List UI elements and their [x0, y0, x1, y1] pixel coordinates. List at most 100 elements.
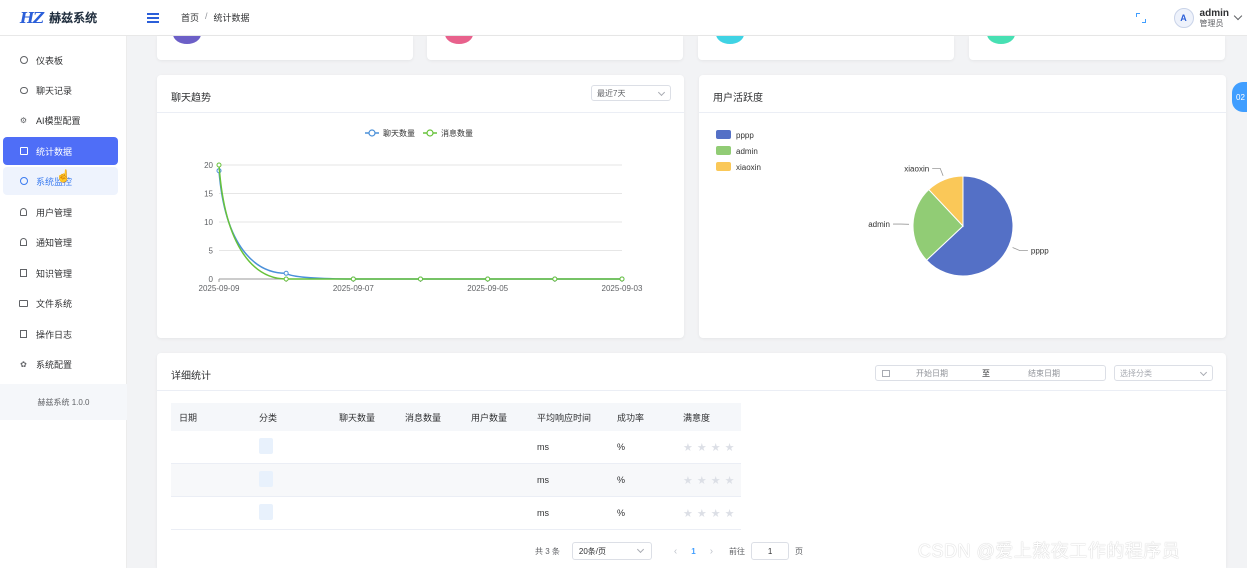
sidebar-item-dashboard[interactable]: 仪表板 [3, 46, 118, 74]
data-point [350, 276, 356, 282]
column-header[interactable]: 聊天数量 [331, 411, 397, 424]
folder-icon [19, 299, 28, 308]
user-menu[interactable]: admin 管理员 [1200, 8, 1229, 29]
chevron-down-icon[interactable] [1233, 11, 1243, 21]
menu-toggle-icon[interactable] [147, 12, 159, 23]
goto-page-input[interactable]: 1 [751, 542, 790, 560]
start-date-input[interactable]: 开始日期 [916, 368, 948, 379]
date-range-picker[interactable]: 开始日期 至 结束日期 [875, 365, 1106, 381]
column-header[interactable]: 满意度 [675, 411, 741, 424]
range-select[interactable]: 最近7天 [591, 85, 671, 101]
sidebar-item-file-system[interactable]: 文件系统 [3, 289, 118, 317]
cell-success-rate: % [617, 442, 626, 452]
mouse-cursor-icon: ☝ [56, 169, 71, 183]
star-icon: ★ [724, 474, 735, 487]
avatar[interactable]: A [1173, 8, 1194, 28]
chat-icon [19, 86, 28, 95]
sidebar-item-notifications[interactable]: 通知管理 [3, 228, 118, 256]
sidebar-item-label: AI模型配置 [36, 115, 81, 126]
x-tick-label: 2025-09-05 [467, 284, 508, 293]
logo-mark: HZ [20, 8, 44, 27]
legend-label: admin [736, 147, 758, 156]
star-icon: ★ [710, 474, 721, 487]
goto-label: 前往 [729, 546, 746, 556]
bell-icon [19, 238, 28, 247]
settings-icon: ⚙ [19, 115, 28, 125]
table-row[interactable]: ms % ★ ★ ★ ★ [171, 431, 741, 464]
cell-response-time: ms [537, 508, 549, 518]
goto-page-value: 1 [767, 546, 773, 556]
y-tick-label: 20 [204, 161, 213, 170]
legend-label: 聊天数量 [383, 128, 415, 138]
column-header[interactable]: 成功率 [609, 411, 675, 424]
table-row[interactable]: ms % ★ ★ ★ ★ [171, 497, 741, 530]
breadcrumb: 首页 / 统计数据 [181, 11, 250, 24]
column-header[interactable]: 用户数量 [463, 411, 529, 424]
legend-label: pppp [736, 131, 754, 140]
x-tick-label: 2025-09-07 [333, 284, 374, 293]
pagination-total: 共 3 条 [535, 546, 560, 556]
pie-label: pppp [1031, 247, 1049, 256]
legend-label: 消息数量 [441, 128, 473, 138]
page-unit-label: 页 [795, 546, 804, 556]
top-header: HZ 赫兹系统 首页 / 统计数据 A admin 管理员 [0, 0, 1247, 36]
pie-label-line [932, 167, 944, 176]
cell-success-rate: % [617, 475, 626, 485]
stats-icon [19, 147, 28, 156]
y-tick-label: 10 [204, 218, 213, 227]
logo[interactable]: HZ 赫兹系统 [0, 0, 127, 36]
breadcrumb-separator: / [205, 11, 208, 21]
next-page-icon[interactable]: › [710, 546, 713, 557]
table-row[interactable]: ms % ★ ★ ★ ★ [171, 464, 741, 497]
floating-badge[interactable]: 02 [1232, 82, 1247, 112]
sidebar-item-label: 通知管理 [36, 237, 73, 248]
breadcrumb-home[interactable]: 首页 [181, 11, 199, 24]
data-point [619, 276, 625, 282]
legend-label: xiaoxin [736, 163, 761, 172]
sidebar-item-statistics[interactable]: 统计数据 [3, 137, 118, 165]
stat-card-icon [987, 36, 1015, 44]
category-select[interactable]: 选择分类 [1114, 365, 1213, 381]
sidebar-item-label: 系统配置 [36, 359, 73, 370]
legend-swatch [716, 146, 731, 155]
column-header[interactable]: 分类 [251, 411, 331, 424]
star-icon: ★ [724, 507, 735, 520]
knowledge-icon [19, 269, 28, 278]
sidebar-item-user-management[interactable]: 用户管理 [3, 198, 118, 226]
legend-swatch [716, 162, 731, 171]
data-point [283, 276, 289, 282]
page-size-value: 20条/页 [578, 546, 607, 556]
cell-response-time: ms [537, 475, 549, 485]
category-tag [259, 471, 273, 487]
stat-card-icon [716, 36, 744, 44]
series-line [218, 170, 622, 280]
chat-trend-title: 聊天趋势 [171, 93, 211, 104]
end-date-input[interactable]: 结束日期 [1028, 368, 1060, 379]
detail-title: 详细统计 [171, 371, 211, 382]
page-number-current[interactable]: 1 [691, 547, 695, 556]
prev-page-icon[interactable]: ‹ [674, 546, 677, 557]
data-point [552, 276, 558, 282]
detail-panel: 详细统计 开始日期 至 结束日期 选择分类 日期 分类 聊天数量 消息数量 用户… [157, 353, 1226, 568]
sidebar-item-ai-model-config[interactable]: ⚙ AI模型配置 [3, 106, 118, 134]
chevron-down-icon [1199, 368, 1208, 377]
fullscreen-icon[interactable] [1135, 13, 1146, 23]
sidebar-item-operation-log[interactable]: 操作日志 [3, 320, 118, 348]
user-icon [19, 208, 28, 217]
column-header[interactable]: 平均响应时间 [529, 411, 609, 424]
user-activity-title: 用户活跃度 [713, 93, 763, 104]
column-header[interactable]: 消息数量 [397, 411, 463, 424]
star-icon: ★ [710, 441, 721, 454]
cell-category [251, 438, 331, 456]
column-header[interactable]: 日期 [171, 411, 251, 424]
sidebar-item-system-config[interactable]: ✿ 系统配置 [3, 350, 118, 378]
y-tick-label: 15 [204, 190, 213, 199]
data-point [418, 276, 423, 282]
stat-card-icon [173, 36, 201, 44]
sidebar-item-chat-records[interactable]: 聊天记录 [3, 76, 118, 104]
page-size-select[interactable]: 20条/页 [571, 542, 652, 560]
legend-swatch [716, 130, 731, 139]
table-header: 日期 分类 聊天数量 消息数量 用户数量 平均响应时间 成功率 满意度 [171, 403, 741, 431]
rating-stars: ★ ★ ★ ★ [675, 441, 741, 454]
sidebar-item-knowledge[interactable]: 知识管理 [3, 259, 118, 287]
